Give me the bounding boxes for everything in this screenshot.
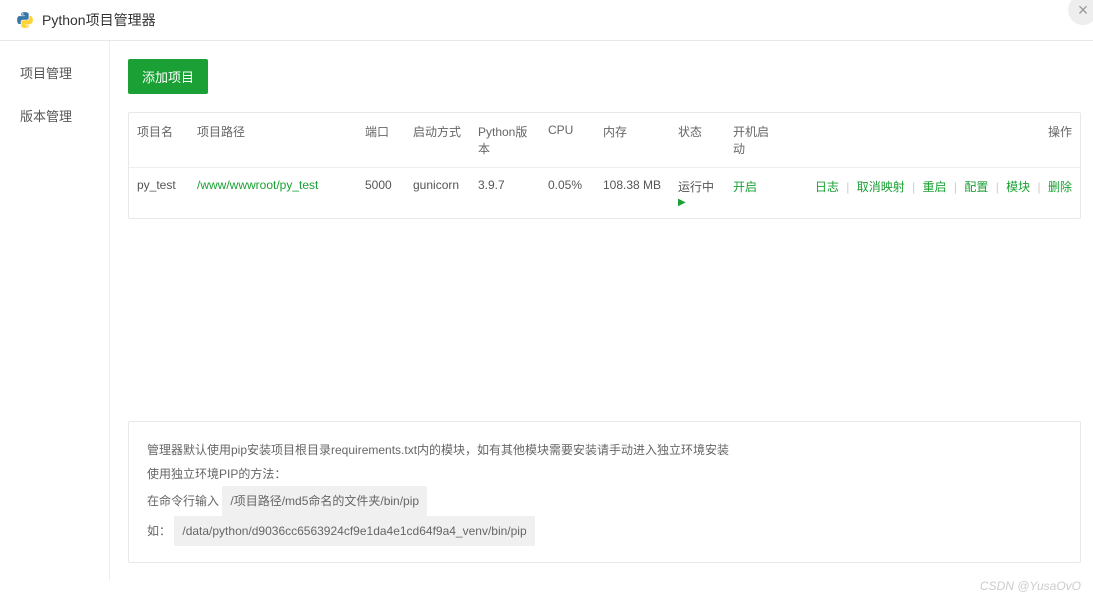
col-name: 项目名 (129, 113, 189, 168)
hint-line2: 使用独立环境PIP的方法： (147, 462, 1062, 486)
col-port: 端口 (357, 113, 405, 168)
project-table: 项目名 项目路径 端口 启动方式 Python版本 CPU 内存 状态 开机启动… (128, 112, 1081, 219)
col-path: 项目路径 (189, 113, 357, 168)
sidebar-item-project-manage[interactable]: 项目管理 (0, 51, 109, 94)
close-icon[interactable]: × (1068, 0, 1093, 25)
col-status: 状态 (670, 113, 725, 168)
cell-autostart-toggle[interactable]: 开启 (733, 180, 757, 194)
hint-line3-code: /项目路径/md5命名的文件夹/bin/pip (222, 486, 427, 516)
cell-cpu: 0.05% (540, 168, 595, 219)
window-title: Python项目管理器 (42, 10, 156, 30)
sidebar: 项目管理 版本管理 (0, 41, 110, 581)
cell-status[interactable]: 运行中 ▶ (670, 168, 725, 219)
action-restart[interactable]: 重启 (923, 180, 947, 194)
hint-panel: 管理器默认使用pip安装项目根目录requirements.txt内的模块，如有… (128, 421, 1081, 563)
cell-python-ver: 3.9.7 (470, 168, 540, 219)
table-row: py_test /www/wwwroot/py_test 5000 gunico… (129, 168, 1080, 219)
table-header-row: 项目名 项目路径 端口 启动方式 Python版本 CPU 内存 状态 开机启动… (129, 113, 1080, 168)
hint-line4-code: /data/python/d9036cc6563924cf9e1da4e1cd6… (174, 516, 534, 546)
hint-line4: 如： /data/python/d9036cc6563924cf9e1da4e1… (147, 516, 1062, 546)
action-log[interactable]: 日志 (815, 180, 839, 194)
action-unmap[interactable]: 取消映射 (857, 180, 905, 194)
action-module[interactable]: 模块 (1006, 180, 1030, 194)
cell-start-mode: gunicorn (405, 168, 470, 219)
spacer (128, 219, 1081, 401)
add-project-button[interactable]: 添加项目 (128, 59, 208, 94)
col-python-ver: Python版本 (470, 113, 540, 168)
col-autostart: 开机启动 (725, 113, 780, 168)
window-header: Python项目管理器 × (0, 0, 1093, 41)
cell-name: py_test (129, 168, 189, 219)
main-content: 添加项目 项目名 项目 (110, 41, 1093, 581)
play-icon: ▶ (678, 197, 717, 208)
hint-line3-prefix: 在命令行输入 (147, 494, 219, 508)
cell-path-link[interactable]: /www/wwwroot/py_test (197, 178, 318, 192)
cell-mem: 108.38 MB (595, 168, 670, 219)
col-mem: 内存 (595, 113, 670, 168)
cell-port: 5000 (357, 168, 405, 219)
watermark: CSDN @YusaOvO (980, 579, 1081, 593)
hint-line1: 管理器默认使用pip安装项目根目录requirements.txt内的模块，如有… (147, 438, 1062, 462)
col-cpu: CPU (540, 113, 595, 168)
action-config[interactable]: 配置 (964, 180, 988, 194)
action-delete[interactable]: 删除 (1048, 180, 1072, 194)
hint-line4-prefix: 如： (147, 524, 171, 538)
col-ops: 操作 (780, 113, 1080, 168)
col-start-mode: 启动方式 (405, 113, 470, 168)
main-container: 项目管理 版本管理 添加项目 (0, 41, 1093, 581)
sidebar-item-version-manage[interactable]: 版本管理 (0, 94, 109, 137)
status-text: 运行中 (678, 180, 714, 194)
hint-line3: 在命令行输入 /项目路径/md5命名的文件夹/bin/pip (147, 486, 1062, 516)
cell-actions: 日志 | 取消映射 | 重启 | 配置 | 模块 | 删除 (780, 168, 1080, 219)
python-icon (16, 11, 34, 29)
